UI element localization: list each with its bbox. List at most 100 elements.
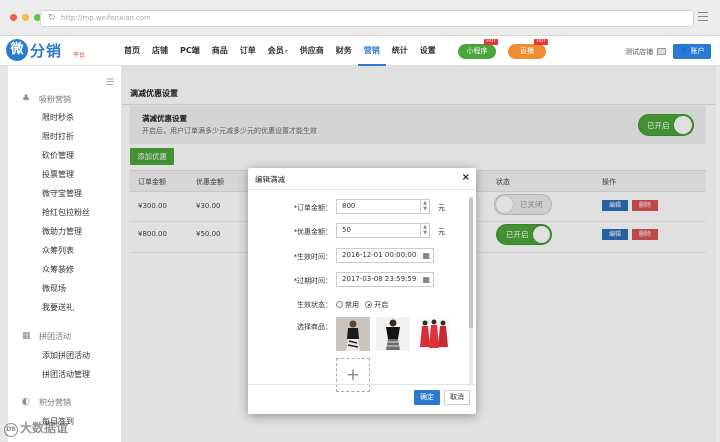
nav-marketing[interactable]: 营销: [357, 36, 386, 66]
grid-icon: ▦: [22, 331, 31, 341]
close-icon[interactable]: ×: [462, 172, 470, 183]
product-thumbnail[interactable]: [336, 317, 370, 351]
nav-finance[interactable]: 财务: [330, 36, 358, 66]
sidebar-item-crowdfund-decor[interactable]: 众筹装修: [42, 264, 74, 275]
scrollbar-thumb[interactable]: [469, 198, 473, 328]
store-switch-icon[interactable]: [657, 48, 666, 55]
address-bar[interactable]: ↻ http://mp.weifenxiao.com: [40, 10, 694, 27]
browser-menu-icon[interactable]: [698, 12, 708, 21]
miniprogram-label: 小程序: [466, 47, 488, 55]
end-time-label: *过期时间：: [293, 277, 333, 285]
unit-label: 元: [438, 228, 445, 236]
sidebar-section-title: 拼团活动: [39, 332, 71, 341]
product-image: [336, 317, 370, 351]
url-text: http://mp.weifenxiao.com: [61, 14, 151, 22]
sidebar-item-guard[interactable]: 微守宝管理: [42, 188, 82, 199]
logo-mark: 微: [6, 39, 28, 61]
order-amount-input[interactable]: 800 ▲ ▼: [336, 199, 430, 214]
chevron-down-icon: ▾: [284, 48, 288, 55]
start-time-label: *生效时间：: [293, 253, 333, 261]
product-thumbnail[interactable]: [416, 317, 450, 351]
sidebar-item-boost[interactable]: 微助力管理: [42, 226, 82, 237]
top-nav: 微 分销 平台 首页 店铺 PC端 商品 订单 会员▾ 供应商 财务 营销 统计…: [0, 36, 720, 66]
watermark: DB 大数据谊: [4, 419, 68, 437]
discount-label: *优惠金额：: [293, 228, 333, 236]
watermark-text: 大数据谊: [20, 421, 69, 435]
radio-enable-label: 开启: [374, 301, 389, 309]
sidebar-section-points: ◐ 积分营销: [22, 397, 71, 408]
sidebar: ☰ ♣ 吸粉营销 限时秒杀 限时打折 砍价管理 投票管理 微守宝管理 抢红包拉粉…: [8, 66, 122, 442]
window-controls: [10, 14, 41, 21]
dialog-footer-divider: [248, 384, 476, 385]
user-icon: ♣: [22, 94, 31, 104]
unit-label: 元: [438, 204, 445, 212]
sidebar-item-flash-sale[interactable]: 限时秒杀: [42, 112, 74, 123]
nav-pc[interactable]: PC端: [174, 36, 206, 66]
end-time-value: 2017-03-08 23:59:59: [342, 275, 417, 283]
nav-home[interactable]: 首页: [118, 36, 146, 66]
product-thumbnail[interactable]: [376, 317, 410, 351]
goods-label: 选择商品：: [297, 323, 332, 331]
calendar-icon[interactable]: ▦: [422, 275, 430, 284]
nav-store[interactable]: 店铺: [146, 36, 174, 66]
edit-discount-dialog: 编辑满减 × *订单金额： 800 ▲ ▼ 元 *优惠金额： 50 ▲ ▼ 元 *生…: [248, 168, 476, 414]
live-label: 直播: [520, 47, 534, 55]
nav-statistics[interactable]: 统计: [386, 36, 414, 66]
logo-subtitle: 平台: [73, 52, 86, 59]
calendar-icon[interactable]: ▦: [422, 251, 430, 260]
order-amount-label: *订单金额：: [293, 204, 333, 212]
cancel-button[interactable]: 取消: [444, 390, 470, 405]
nav-menu: 首页 店铺 PC端 商品 订单 会员▾ 供应商 财务 营销 统计 设置: [118, 36, 442, 66]
account-button[interactable]: 👤 账户: [673, 44, 711, 59]
nav-members-label: 会员: [267, 46, 284, 55]
nav-goods[interactable]: 商品: [206, 36, 234, 66]
miniprogram-button[interactable]: 小程序 HOT: [458, 39, 498, 59]
sidebar-item-limited-discount[interactable]: 限时打折: [42, 131, 74, 142]
dialog-scrollbar[interactable]: [469, 196, 473, 384]
user-icon: 👤: [679, 47, 689, 55]
hot-badge: HOT: [534, 39, 548, 45]
product-image: [416, 317, 450, 351]
nav-members[interactable]: 会员▾: [262, 36, 294, 66]
watermark-badge: DB: [4, 423, 18, 437]
sidebar-item-send-gift[interactable]: 我要送礼: [42, 302, 74, 313]
discount-input[interactable]: 50 ▲ ▼: [336, 223, 430, 238]
sidebar-item-live-scene[interactable]: 微现场: [42, 283, 66, 294]
collapse-menu-icon[interactable]: ☰: [106, 78, 114, 88]
nav-suppliers[interactable]: 供应商: [294, 36, 330, 66]
store-name[interactable]: 测试店铺: [625, 47, 653, 57]
radio-icon: [336, 301, 343, 308]
sidebar-item-vote[interactable]: 投票管理: [42, 169, 74, 180]
live-button[interactable]: 直播 HOT: [508, 39, 548, 59]
status-radio-group: 禁用 开启: [336, 300, 388, 310]
minimize-window-button[interactable]: [22, 14, 29, 21]
sidebar-item-red-packet[interactable]: 抢红包拉粉丝: [42, 207, 90, 218]
sidebar-section-group-buy: ▦ 拼团活动: [22, 331, 71, 342]
nav-settings[interactable]: 设置: [414, 36, 442, 66]
start-time-value: 2016-12-01 00:00:00: [342, 251, 417, 259]
radio-disable[interactable]: 禁用: [336, 301, 359, 309]
logo[interactable]: 微 分销: [6, 39, 62, 61]
sidebar-item-manage-group-buy[interactable]: 拼团活动管理: [42, 369, 90, 380]
sidebar-item-add-group-buy[interactable]: 添加拼团活动: [42, 350, 90, 361]
end-time-input[interactable]: 2017-03-08 23:59:59 ▦: [336, 272, 434, 287]
dialog-header: 编辑满减 ×: [248, 168, 476, 190]
radio-checked-icon: [365, 301, 373, 308]
start-time-input[interactable]: 2016-12-01 00:00:00 ▦: [336, 248, 434, 263]
account-label: 账户: [690, 47, 705, 55]
reload-icon[interactable]: ↻: [48, 11, 56, 26]
order-amount-value: 800: [342, 202, 356, 210]
sidebar-section-fans: ♣ 吸粉营销: [22, 94, 71, 105]
stepper-icon[interactable]: ▲ ▼: [420, 224, 429, 237]
coin-icon: ◐: [22, 397, 30, 407]
stepper-icon[interactable]: ▲ ▼: [420, 200, 429, 213]
radio-disable-label: 禁用: [345, 301, 359, 309]
add-product-button[interactable]: +: [336, 358, 370, 392]
close-window-button[interactable]: [10, 14, 17, 21]
nav-orders[interactable]: 订单: [234, 36, 262, 66]
confirm-button[interactable]: 确定: [414, 390, 440, 405]
sidebar-item-bargain[interactable]: 砍价管理: [42, 150, 74, 161]
status-label: 生效状态：: [297, 301, 332, 309]
sidebar-item-crowdfund-list[interactable]: 众筹列表: [42, 245, 74, 256]
radio-enable[interactable]: 开启: [365, 301, 388, 309]
